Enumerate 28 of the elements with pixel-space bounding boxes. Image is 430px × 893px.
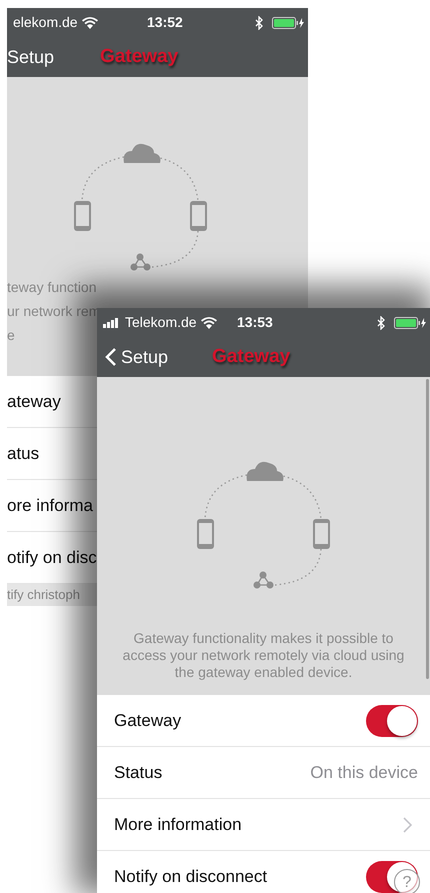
wifi-icon [82, 16, 98, 28]
chevron-right-icon [403, 816, 412, 832]
toggle-switch[interactable] [366, 704, 418, 736]
carrier-name: elekom.de [13, 13, 78, 32]
toggle-switch[interactable] [366, 860, 418, 892]
battery-charging-icon [394, 316, 426, 328]
row-label: atus [7, 442, 40, 465]
status-time: 13:53 [237, 313, 273, 332]
status-time: 13:52 [147, 13, 183, 32]
row-label: ore informa [7, 494, 93, 517]
back-link[interactable]: Setup [7, 44, 54, 70]
bluetooth-icon [255, 16, 264, 30]
description-text: Gateway functionality makes it possible to access your network remotely via cloud using the gateway enabled device. [122, 630, 406, 681]
carrier-name: Telekom.de [125, 313, 197, 332]
battery-charging-icon [272, 16, 304, 28]
row-label: Status [114, 762, 162, 784]
screen-title: Gateway [100, 44, 178, 69]
screen-title: Gateway [212, 344, 290, 369]
description-text-fragment: e [7, 327, 15, 344]
status-value: On this device [310, 762, 418, 784]
row-label: otify on disc [7, 546, 97, 569]
bluetooth-icon [377, 316, 386, 330]
more-information-row[interactable]: More information [97, 799, 430, 851]
row-label: ateway [7, 390, 61, 413]
row-label: Gateway [114, 710, 182, 732]
wifi-icon [200, 316, 217, 328]
back-link[interactable]: Setup [97, 344, 168, 370]
row-label: Notify on disconnect [114, 866, 268, 888]
